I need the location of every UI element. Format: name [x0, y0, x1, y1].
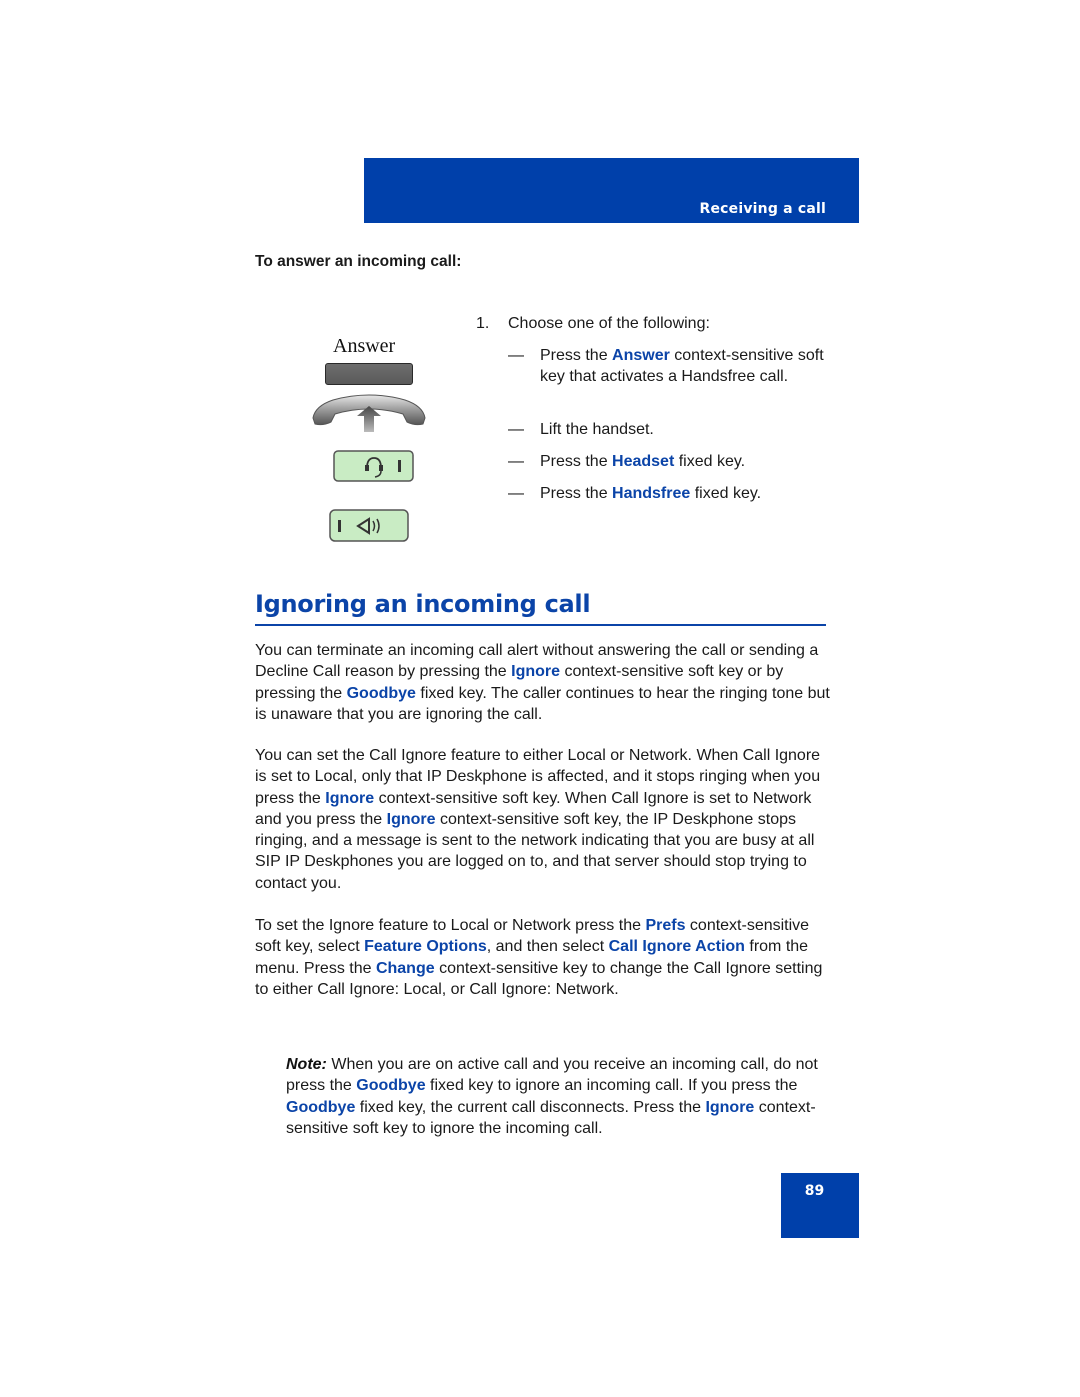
keyword-ignore: Ignore: [705, 1098, 755, 1116]
paragraph-1: You can terminate an incoming call alert…: [255, 640, 830, 725]
section-title: Ignoring an incoming call: [255, 590, 591, 618]
chapter-header-bar: Receiving a call: [364, 158, 859, 223]
keyword-headset: Headset: [612, 453, 675, 470]
note-body: When you are on active call and you rece…: [286, 1056, 818, 1137]
option-dash: —: [508, 347, 524, 364]
note-label: Note:: [286, 1056, 327, 1073]
keyword-feature-options: Feature Options: [364, 938, 487, 956]
option-text: Lift the handset.: [540, 421, 654, 438]
step-number: 1.: [476, 315, 490, 332]
keyword-goodbye: Goodbye: [356, 1077, 426, 1095]
option-text: Press the Handsfree fixed key.: [540, 485, 762, 502]
answer-softkey-icon: [325, 363, 413, 385]
keyword-ignore: Ignore: [386, 810, 436, 828]
keyword-answer: Answer: [612, 347, 670, 364]
option-dash: —: [508, 421, 524, 438]
keyword-ignore: Ignore: [511, 663, 561, 681]
answer-softkey-label: Answer: [333, 335, 396, 357]
option-dash: —: [508, 453, 524, 470]
keyword-call-ignore-action: Call Ignore Action: [608, 938, 745, 956]
keyword-goodbye: Goodbye: [286, 1098, 356, 1116]
handset-lift-icon: [312, 394, 426, 432]
option-text: Press the Answer context-sensitive soft …: [540, 347, 824, 385]
note-block: Note: When you are on active call and yo…: [286, 1054, 831, 1139]
text-run: fixed key, the current call disconnects.…: [355, 1098, 706, 1116]
page-number: 89: [804, 1183, 825, 1199]
chapter-section-label: Receiving a call: [699, 201, 826, 217]
keyword-handsfree: Handsfree: [612, 485, 691, 502]
option-dash: —: [508, 485, 524, 502]
step-text: Choose one of the following:: [508, 315, 710, 332]
handsfree-key-icon[interactable]: [329, 509, 409, 542]
keyword-change: Change: [375, 959, 435, 977]
keyword-prefs: Prefs: [645, 917, 686, 934]
headset-key-icon[interactable]: [333, 450, 414, 482]
paragraph-2: You can set the Call Ignore feature to e…: [255, 745, 830, 894]
page-number-box: 89: [781, 1173, 859, 1238]
title-underline: [255, 624, 826, 626]
keyword-goodbye: Goodbye: [346, 684, 416, 702]
text-run: To set the Ignore feature to Local or Ne…: [255, 917, 646, 934]
procedure-heading: To answer an incoming call:: [255, 253, 462, 270]
paragraph-3: To set the Ignore feature to Local or Ne…: [255, 915, 830, 1000]
keyword-ignore: Ignore: [325, 789, 375, 807]
option-text: Press the Headset fixed key.: [540, 453, 746, 470]
text-run: , and then select: [486, 938, 609, 956]
text-run: fixed key to ignore an incoming call. If…: [425, 1077, 798, 1095]
